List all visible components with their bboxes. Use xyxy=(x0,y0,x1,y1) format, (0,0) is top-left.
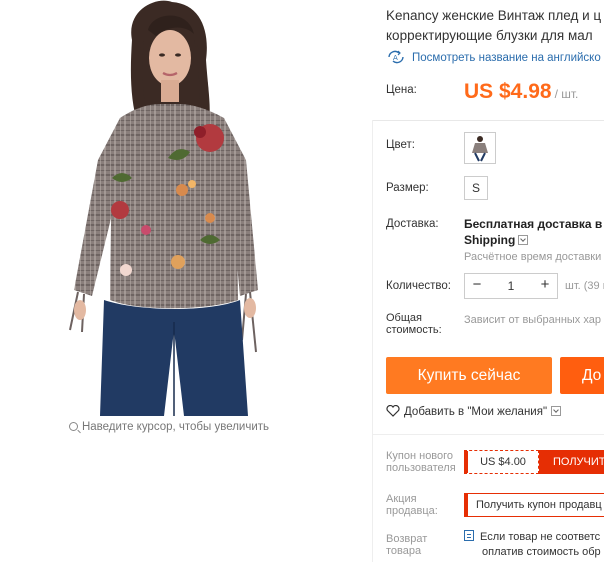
buy-now-button[interactable]: Купить сейчас xyxy=(386,357,552,394)
divider xyxy=(372,434,604,435)
color-swatch-thumbnail xyxy=(472,136,488,162)
magnifier-icon xyxy=(68,422,78,431)
translate-link-text[interactable]: Посмотреть название на английско xyxy=(412,52,601,64)
translate-icon: A xyxy=(388,50,404,64)
shipping-line1: Бесплатная доставка в Ru xyxy=(464,217,604,231)
size-option-s[interactable]: S xyxy=(464,176,488,200)
price-label: Цена: xyxy=(386,84,417,96)
zoom-hint-text: Наведите курсор, чтобы увеличить xyxy=(81,421,270,433)
heart-icon xyxy=(386,405,400,417)
quantity-decrease-button[interactable]: − xyxy=(465,274,489,298)
quantity-increase-button[interactable]: + xyxy=(533,274,557,298)
return-line1: Если товар не соответс xyxy=(480,531,601,543)
shipping-method[interactable]: Бесплатная доставка в Ru Shipping xyxy=(464,216,604,248)
shipping-carrier: Shipping xyxy=(464,233,516,247)
return-label-line1: Возврат xyxy=(386,533,428,545)
add-to-cart-button[interactable]: До xyxy=(560,357,604,394)
quantity-label: Количество: xyxy=(386,280,451,292)
color-label: Цвет: xyxy=(386,139,415,151)
product-title-line1: Kenancy женские Винтаж плед и ц xyxy=(386,8,602,23)
return-policy-label: Возврат товара xyxy=(386,533,461,557)
chevron-down-icon[interactable] xyxy=(518,235,529,245)
price-amount: US $4.98 xyxy=(464,80,552,103)
return-policy-icon xyxy=(464,530,474,541)
coupon-amount: US $4.00 xyxy=(464,450,539,474)
quantity-available-note: шт. (39 ш xyxy=(565,280,604,292)
new-user-coupon-label: Купон нового пользователя xyxy=(386,450,461,474)
translate-title-link[interactable]: A Посмотреть название на английско xyxy=(386,50,601,64)
product-main-image[interactable] xyxy=(60,0,278,416)
get-seller-coupon-button[interactable]: Получить купон продавц xyxy=(464,493,604,517)
total-price-label: Общая стоимость: xyxy=(386,312,456,336)
get-coupon-button[interactable]: ПОЛУЧИТЬ xyxy=(539,450,604,474)
add-to-wishlist[interactable]: Добавить в "Мои желания" xyxy=(386,405,562,418)
total-price-value: Зависит от выбранных хар xyxy=(464,314,601,326)
shipping-label: Доставка: xyxy=(386,218,439,230)
price-block: US $4.98/ шт. xyxy=(464,80,578,104)
price-unit: / шт. xyxy=(554,87,579,101)
new-user-coupon-label-line2: пользователя xyxy=(386,462,456,474)
product-title: Kenancy женские Винтаж плед и ц корректи… xyxy=(386,6,604,46)
seller-promo-label-line2: продавца: xyxy=(386,505,438,517)
new-user-coupon-label-line1: Купон нового xyxy=(386,450,454,462)
wishlist-label[interactable]: Добавить в "Мои желания" xyxy=(404,406,547,418)
color-swatch[interactable] xyxy=(464,132,496,164)
seller-promo-label-line1: Акция xyxy=(386,493,417,505)
product-details-panel: Kenancy женские Винтаж плед и ц корректи… xyxy=(372,0,604,562)
quantity-input[interactable]: 1 xyxy=(489,274,533,298)
new-user-coupon: US $4.00 ПОЛУЧИТЬ xyxy=(464,450,604,474)
product-photo-illustration xyxy=(69,0,258,416)
panel-border xyxy=(372,120,373,562)
product-title-line2: корректирующие блузки для мал xyxy=(386,28,593,43)
delivery-time-note: Расчётное время доставки xyxy=(464,251,602,263)
divider xyxy=(372,120,604,121)
size-label: Размер: xyxy=(386,182,429,194)
quantity-stepper: − 1 + xyxy=(464,273,558,299)
return-label-line2: товара xyxy=(386,545,422,557)
return-policy-text: Если товар не соответс оплатив стоимость… xyxy=(464,530,601,560)
chevron-down-icon[interactable] xyxy=(551,406,562,416)
zoom-hint: Наведите курсор, чтобы увеличить xyxy=(60,421,278,433)
total-label-line2: стоимость: xyxy=(386,324,442,336)
total-label-line1: Общая xyxy=(386,312,422,324)
svg-text:A: A xyxy=(393,54,398,62)
return-line2: оплатив стоимость обр xyxy=(482,546,601,558)
seller-promo-label: Акция продавца: xyxy=(386,493,461,517)
